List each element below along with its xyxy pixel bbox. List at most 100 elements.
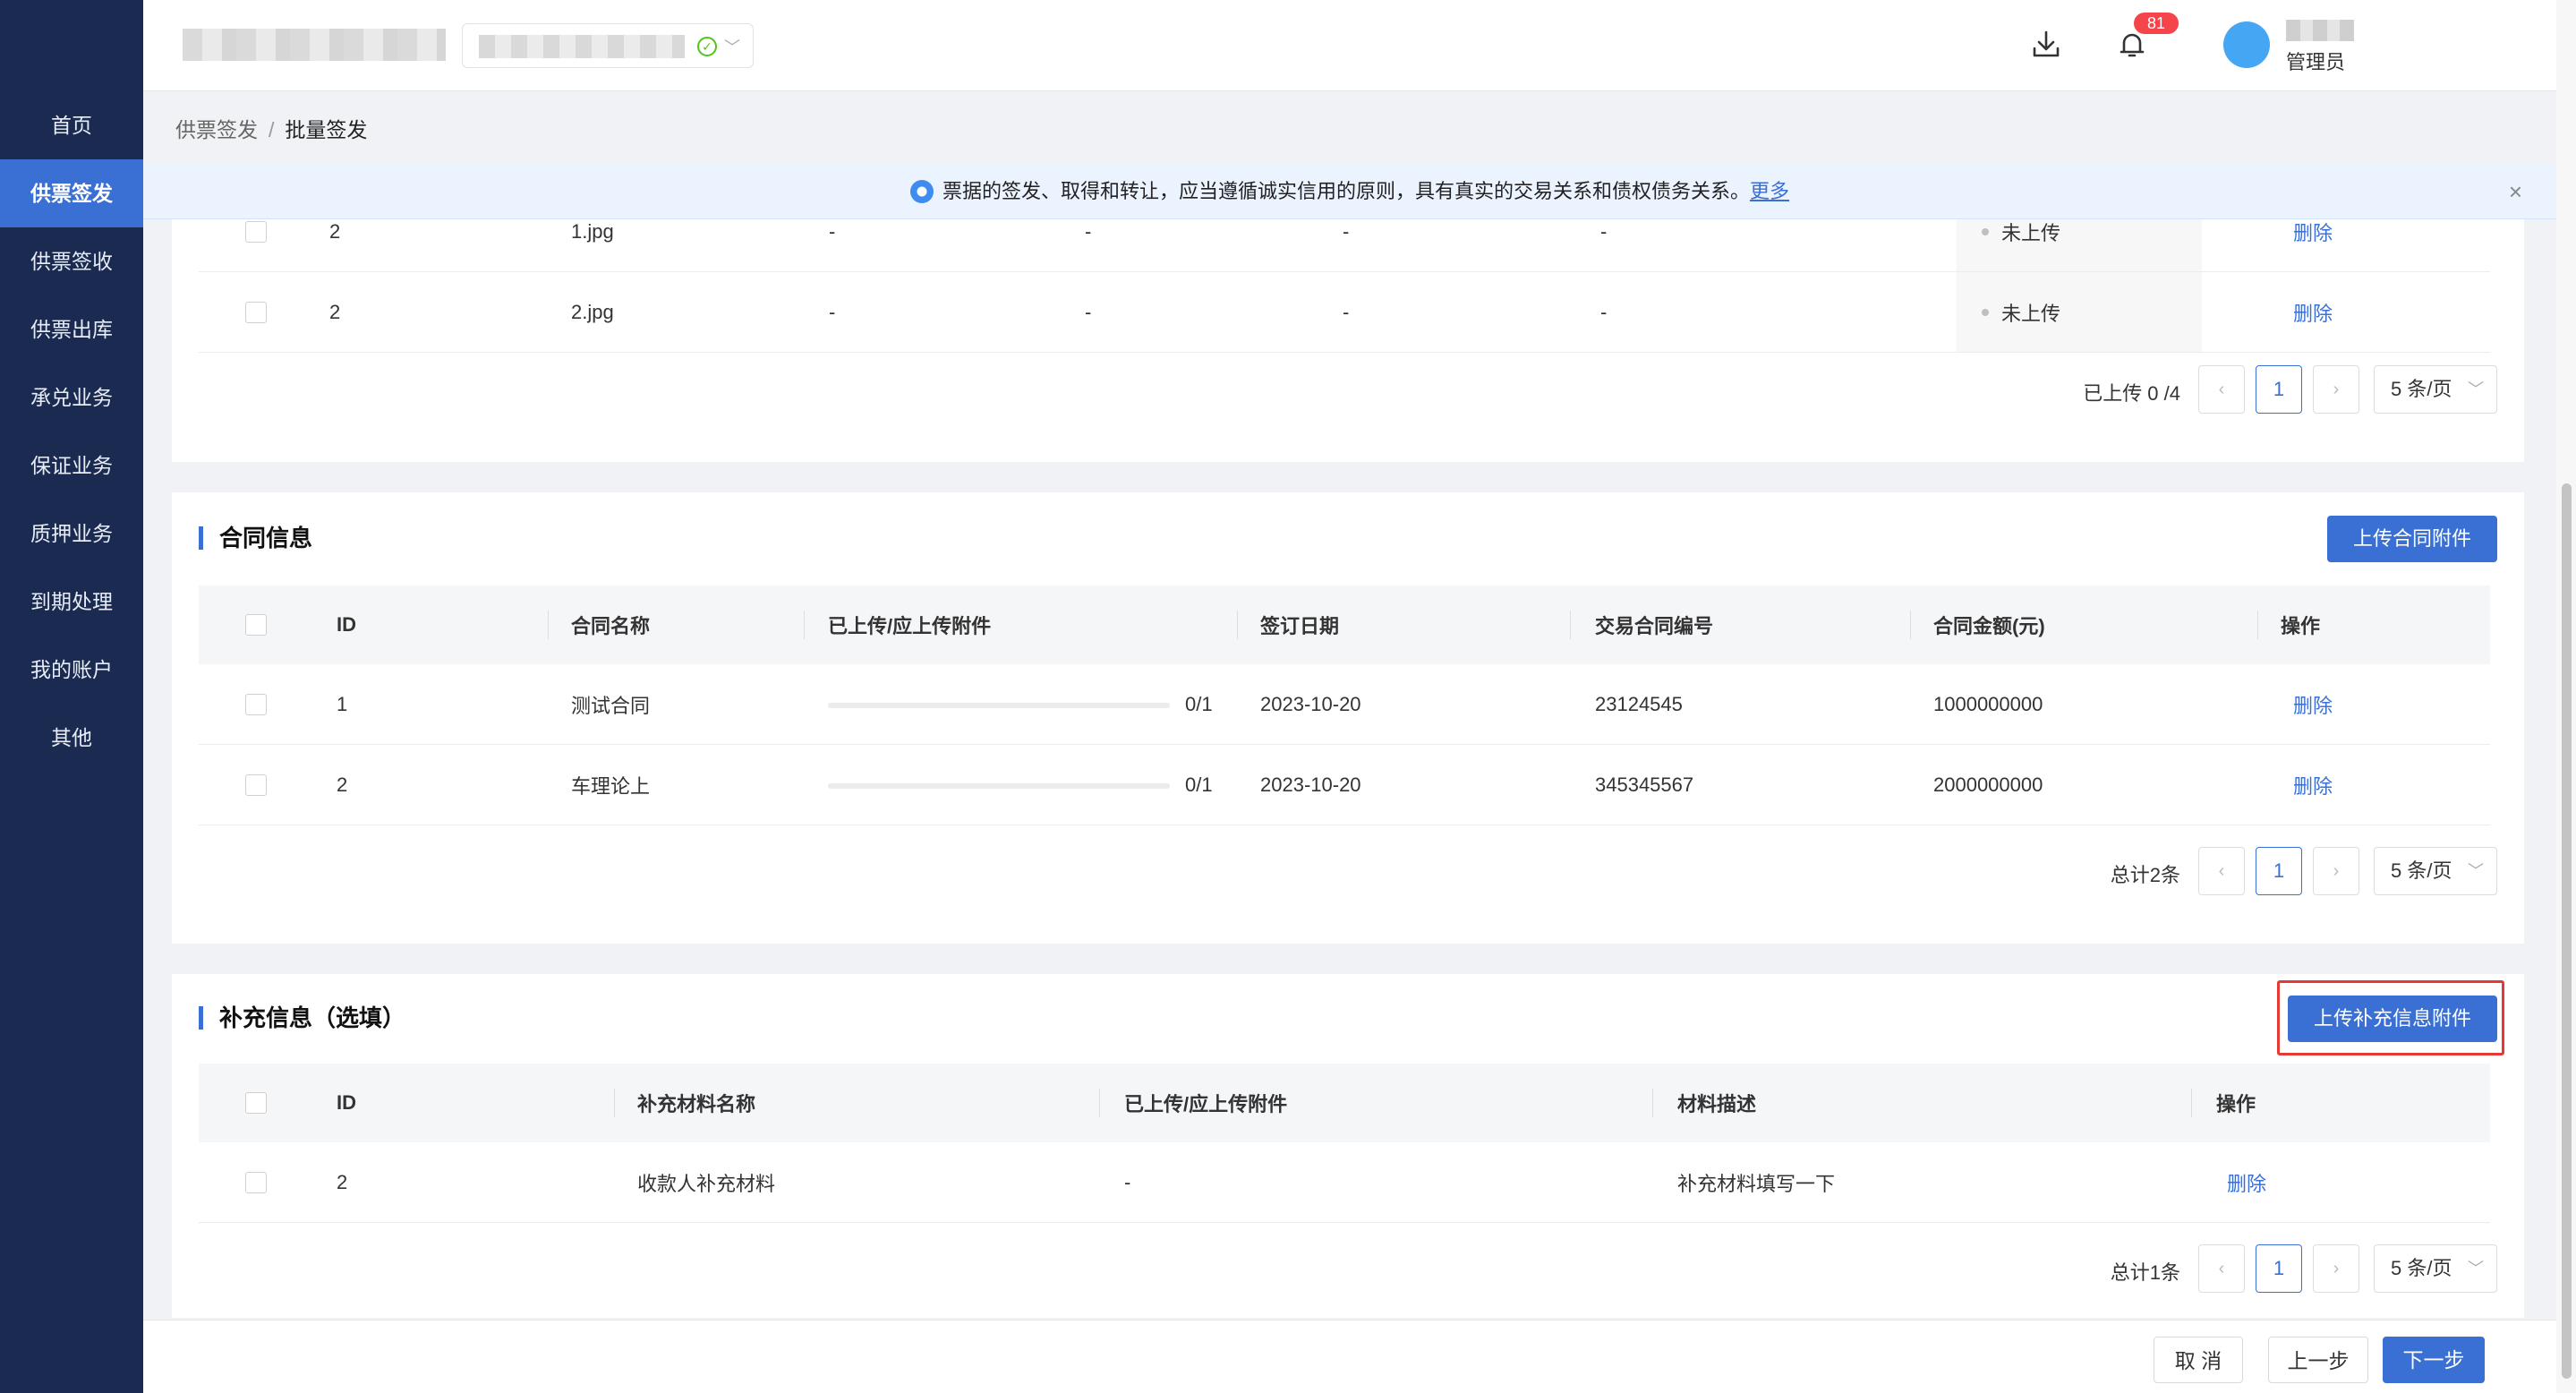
cell-amount: 2000000000	[1933, 773, 2043, 796]
page-size-select[interactable]: 5 条/页 ﹀	[2374, 847, 2497, 895]
column-header: 合同金额(元)	[1933, 615, 2045, 637]
scrollbar-thumb[interactable]	[2562, 483, 2572, 1379]
page-size-value: 5 条/页	[2391, 378, 2452, 400]
page-size-select[interactable]: 5 条/页 ﹀	[2374, 1244, 2497, 1293]
sidebar-item-account[interactable]: 我的账户	[0, 636, 143, 704]
prev-page-button[interactable]: ‹	[2198, 847, 2245, 895]
info-icon	[909, 180, 934, 203]
status-text: 未上传	[2001, 302, 2061, 325]
next-step-button[interactable]: 下一步	[2383, 1337, 2485, 1383]
sidebar-item-home[interactable]: 首页	[0, 91, 143, 159]
sidebar-item-issue[interactable]: 供票签发	[0, 159, 143, 227]
notice-more-link[interactable]: 更多	[1750, 180, 1789, 202]
sidebar-item-acceptance[interactable]: 承兑业务	[0, 363, 143, 432]
cell-amount: 1000000000	[1933, 692, 2043, 715]
table-row: 1 测试合同 0/1 2023-10-20 23124545 100000000…	[199, 664, 2490, 745]
row-checkbox[interactable]	[245, 694, 267, 715]
cell-contract-number: 345345567	[1595, 773, 1694, 796]
delete-link[interactable]: 删除	[2293, 272, 2333, 352]
breadcrumb-current: 批量签发	[285, 118, 368, 141]
user-role[interactable]: 管理员	[2286, 47, 2345, 75]
column-header: 合同名称	[571, 615, 651, 637]
sidebar-item-outbound[interactable]: 供票出库	[0, 295, 143, 363]
select-all-checkbox[interactable]	[245, 1092, 267, 1114]
column-divider	[2257, 611, 2258, 639]
column-header: 操作	[2216, 1093, 2256, 1115]
avatar[interactable]	[2223, 21, 2270, 68]
upload-contract-button[interactable]: 上传合同附件	[2327, 516, 2497, 562]
column-divider	[1237, 611, 1238, 639]
column-header: 操作	[2281, 615, 2321, 637]
sidebar-item-pledge[interactable]: 质押业务	[0, 500, 143, 568]
prev-step-button[interactable]: 上一步	[2268, 1337, 2368, 1383]
column-divider	[1570, 611, 1571, 639]
table-row: 2 车理论上 0/1 2023-10-20 345345567 20000000…	[199, 745, 2490, 825]
supplement-section-title: 补充信息（选填）	[199, 1006, 405, 1030]
sidebar-item-receive[interactable]: 供票签收	[0, 227, 143, 295]
column-header: 补充材料名称	[637, 1093, 756, 1115]
org-selector[interactable]: ✓ ﹀	[462, 23, 754, 68]
delete-link[interactable]: 删除	[2293, 664, 2333, 744]
select-all-checkbox[interactable]	[245, 614, 267, 636]
upload-progress-bar	[828, 703, 1170, 708]
row-checkbox[interactable]	[245, 221, 267, 243]
cell-description: 补充材料填写一下	[1677, 1172, 1836, 1195]
close-icon[interactable]: ×	[2509, 164, 2522, 219]
sidebar-item-other[interactable]: 其他	[0, 704, 143, 772]
column-divider	[614, 1089, 615, 1117]
next-page-button[interactable]: ›	[2313, 365, 2359, 414]
table-row: 2 2.jpg - - - - 未上传 删除	[199, 272, 2490, 353]
notification-badge: 81	[2134, 13, 2179, 34]
cell-id: 2	[329, 300, 341, 323]
cell-value: -	[1085, 300, 1092, 323]
page-size-select[interactable]: 5 条/页 ﹀	[2374, 365, 2497, 414]
download-icon[interactable]	[2028, 27, 2064, 63]
column-header: ID	[337, 1091, 356, 1114]
pagination-summary: 总计2条	[2110, 864, 2180, 886]
cell-value: -	[1600, 300, 1608, 323]
next-page-button[interactable]: ›	[2313, 847, 2359, 895]
next-page-button[interactable]: ›	[2313, 1244, 2359, 1293]
contract-section-title: 合同信息	[199, 526, 312, 550]
sidebar-item-maturity[interactable]: 到期处理	[0, 568, 143, 636]
page-1-button[interactable]: 1	[2256, 365, 2302, 414]
pagination-summary: 已上传 0 /4	[2083, 382, 2180, 405]
column-divider	[548, 611, 549, 639]
table-header: ID 合同名称 已上传/应上传附件 签订日期 交易合同编号 合同金额(元) 操作	[199, 585, 2490, 664]
column-header: 已上传/应上传附件	[828, 615, 992, 637]
delete-link[interactable]: 删除	[2227, 1142, 2266, 1222]
breadcrumb-parent[interactable]: 供票签发	[175, 118, 258, 141]
page-1-button[interactable]: 1	[2256, 847, 2302, 895]
cell-contract-name: 测试合同	[571, 694, 651, 717]
page-scrollbar[interactable]	[2556, 0, 2576, 1393]
table-header: ID 补充材料名称 已上传/应上传附件 材料描述 操作	[199, 1064, 2490, 1142]
upload-supplement-button[interactable]: 上传补充信息附件	[2288, 996, 2497, 1042]
row-checkbox[interactable]	[245, 1172, 267, 1193]
cell-id: 2	[337, 773, 348, 796]
column-header: 交易合同编号	[1595, 615, 1714, 637]
sidebar-item-guarantee[interactable]: 保证业务	[0, 432, 143, 500]
row-checkbox[interactable]	[245, 302, 267, 323]
chevron-down-icon: ﹀	[2468, 380, 2484, 398]
breadcrumb-separator: /	[269, 118, 275, 141]
supplement-card: 补充信息（选填） 上传补充信息附件 ID 补充材料名称 已上传/应上传附件 材料…	[172, 974, 2524, 1318]
column-divider	[2191, 1089, 2192, 1117]
column-divider	[1652, 1089, 1653, 1117]
page-1-button[interactable]: 1	[2256, 1244, 2302, 1293]
prev-page-button[interactable]: ‹	[2198, 365, 2245, 414]
column-divider	[804, 611, 805, 639]
column-header: ID	[337, 613, 356, 636]
cell-upload-count: 0/1	[1185, 773, 1213, 796]
cell-sign-date: 2023-10-20	[1260, 773, 1361, 796]
cancel-button[interactable]: 取 消	[2154, 1337, 2243, 1383]
breadcrumb: 供票签发 / 批量签发	[175, 113, 367, 143]
column-header: 签订日期	[1260, 615, 1340, 637]
org-name-blurred	[479, 35, 685, 58]
notice-text: 票据的签发、取得和转让，应当遵循诚实信用的原则，具有真实的交易关系和债权债务关系…	[942, 180, 1750, 202]
delete-link[interactable]: 删除	[2293, 745, 2333, 825]
chevron-down-icon: ﹀	[724, 38, 740, 56]
cell-sign-date: 2023-10-20	[1260, 692, 1361, 715]
prev-page-button[interactable]: ‹	[2198, 1244, 2245, 1293]
row-checkbox[interactable]	[245, 774, 267, 796]
supplement-table: ID 补充材料名称 已上传/应上传附件 材料描述 操作 2 收款人补充材料 - …	[199, 1064, 2490, 1223]
